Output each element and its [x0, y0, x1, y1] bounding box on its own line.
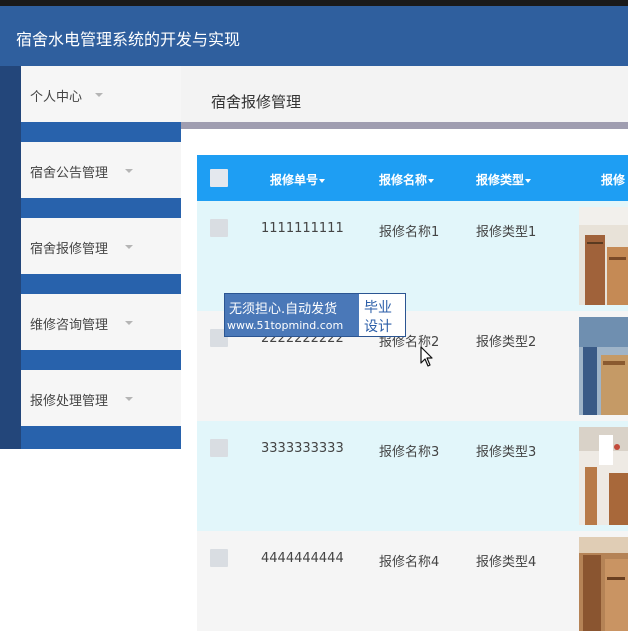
sidebar-item-dorm-notice[interactable]: 宿舍公告管理 — [21, 142, 181, 198]
breadcrumb: 宿舍报修管理 — [181, 66, 628, 122]
sidebar-item-dorm-repair[interactable]: 宿舍报修管理 — [21, 218, 181, 274]
select-all-checkbox[interactable] — [210, 169, 228, 187]
sidebar-edge — [0, 66, 21, 449]
row-checkbox[interactable] — [210, 439, 228, 457]
caret-down-icon — [125, 169, 133, 173]
caret-down-icon — [95, 93, 103, 97]
column-label: 报修单号 — [270, 173, 319, 187]
caret-down-icon — [125, 397, 133, 401]
sidebar-item-label: 报修处理管理 — [30, 394, 109, 409]
cell-name: 报修名称1 — [379, 225, 440, 240]
watermark-text-block: 无须担心.自动发货 www.51topmind.com — [225, 294, 359, 336]
sidebar-item-label: 个人中心 — [30, 90, 83, 105]
column-label: 报修 — [601, 173, 626, 187]
sidebar-item-repair-consult[interactable]: 维修咨询管理 — [21, 294, 181, 350]
column-header-number[interactable]: 报修单号 — [270, 171, 326, 188]
watermark-line2: www.51topmind.com — [227, 319, 344, 332]
sort-icon — [525, 178, 532, 183]
column-header-image[interactable]: 报修 — [601, 171, 625, 188]
sidebar-item-label: 宿舍公告管理 — [30, 166, 109, 181]
app-header: 宿舍水电管理系统的开发与实现 — [0, 6, 628, 66]
cell-type: 报修类型4 — [476, 555, 537, 570]
watermark-line1: 无须担心.自动发货 — [229, 302, 338, 317]
caret-down-icon — [125, 245, 133, 249]
repair-photo[interactable] — [579, 427, 628, 525]
breadcrumb-current: 宿舍报修管理 — [211, 93, 302, 111]
table-header: 报修单号 报修名称 报修类型 报修 — [197, 155, 628, 201]
sort-icon — [428, 178, 435, 183]
cell-type: 报修类型2 — [476, 335, 537, 350]
cell-name: 报修名称4 — [379, 555, 440, 570]
table-row[interactable]: 3333333333 报修名称3 报修类型3 — [197, 421, 628, 531]
cell-type: 报修类型3 — [476, 445, 537, 460]
column-label: 报修名称 — [379, 173, 428, 187]
repair-photo[interactable] — [579, 317, 628, 415]
repair-photo[interactable] — [579, 537, 628, 631]
watermark-banner: 无须担心.自动发货 www.51topmind.com 毕业 设计 — [224, 293, 406, 337]
cell-number: 1111111111 — [261, 221, 344, 236]
cell-number: 3333333333 — [261, 441, 344, 456]
sidebar: 个人中心 宿舍公告管理 宿舍报修管理 维修咨询管理 报修处理管理 — [0, 66, 181, 449]
table-row[interactable]: 4444444444 报修名称4 报修类型4 — [197, 531, 628, 631]
app-title: 宿舍水电管理系统的开发与实现 — [16, 30, 241, 49]
row-checkbox[interactable] — [210, 549, 228, 567]
watermark-badge-line1: 毕业 — [364, 300, 392, 316]
row-checkbox[interactable] — [210, 219, 228, 237]
sidebar-item-repair-process[interactable]: 报修处理管理 — [21, 370, 181, 426]
watermark-badge: 毕业 设计 — [359, 294, 405, 336]
column-label: 报修类型 — [476, 173, 525, 187]
watermark-badge-line2: 设计 — [364, 319, 392, 335]
caret-down-icon — [125, 321, 133, 325]
sort-icon — [319, 178, 326, 183]
repair-photo[interactable] — [579, 207, 628, 305]
cell-number: 4444444444 — [261, 551, 344, 566]
sidebar-item-label: 宿舍报修管理 — [30, 242, 109, 257]
cell-type: 报修类型1 — [476, 225, 537, 240]
breadcrumb-divider — [181, 122, 628, 129]
sidebar-item-label: 维修咨询管理 — [30, 318, 109, 333]
column-header-type[interactable]: 报修类型 — [476, 171, 532, 188]
sidebar-item-personal-center[interactable]: 个人中心 — [21, 66, 181, 122]
mouse-cursor-icon — [420, 346, 434, 372]
cell-name: 报修名称3 — [379, 445, 440, 460]
column-header-name[interactable]: 报修名称 — [379, 171, 435, 188]
